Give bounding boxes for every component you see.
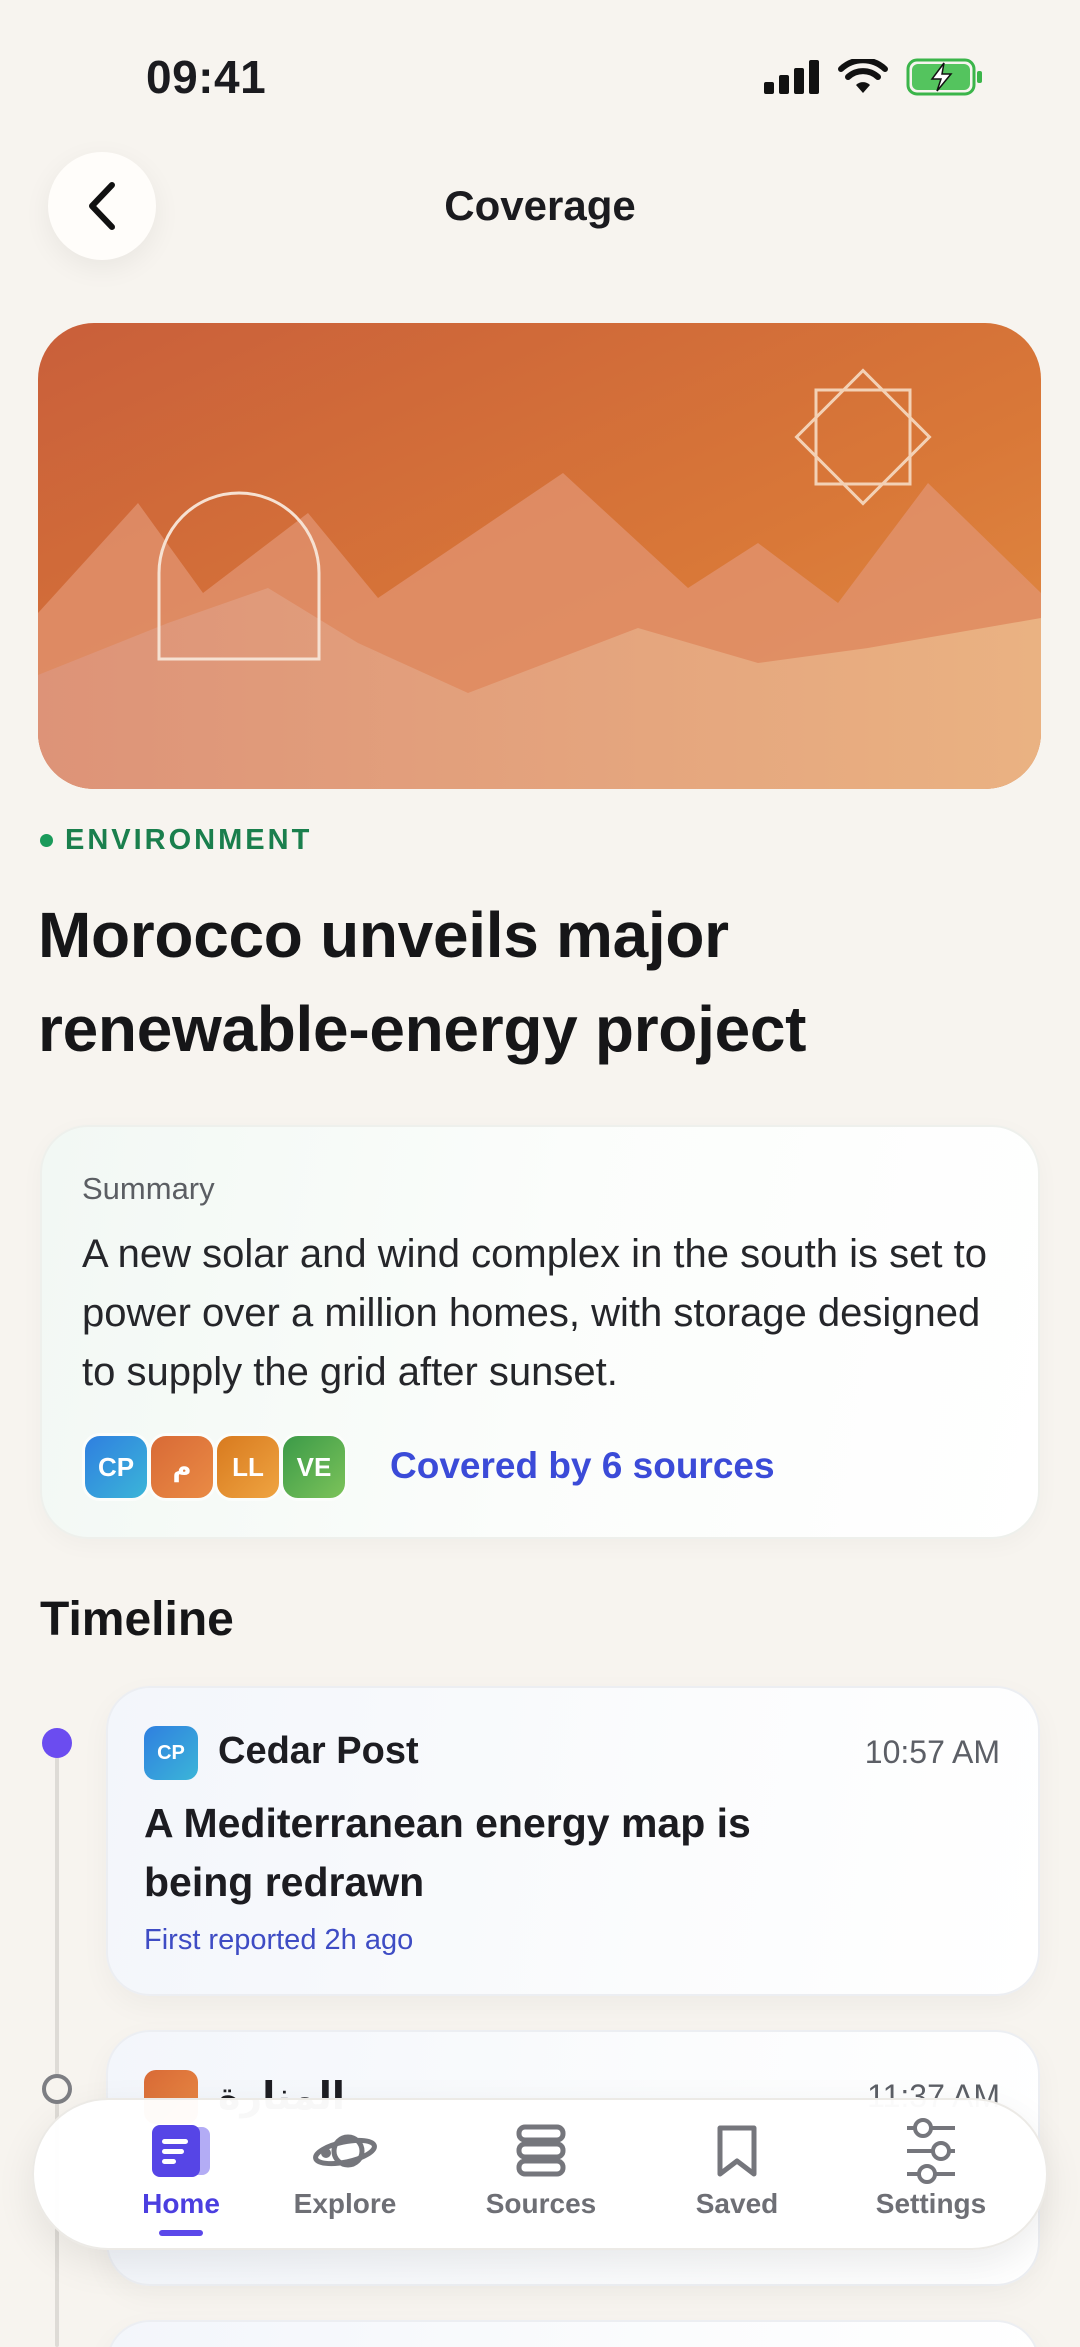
status-icons — [764, 58, 984, 96]
timeline-dot — [42, 2074, 72, 2104]
tab-label: Sources — [485, 2188, 597, 2219]
signal-icon — [764, 60, 819, 94]
item-first-reported: First reported 2h ago — [144, 1924, 414, 1956]
tab-saved[interactable]: Saved — [652, 2118, 822, 2238]
tab-bar: Home Explore Sources Saved Settings — [32, 2098, 1048, 2250]
timeline-dot-active — [42, 1728, 72, 1758]
timeline-item[interactable] — [106, 2320, 1040, 2347]
source-avatars[interactable]: CP م LL VE — [82, 1433, 348, 1501]
tab-explore[interactable]: Explore — [260, 2118, 430, 2238]
timeline-item[interactable]: CP Cedar Post 10:57 AM A Mediterranean e… — [106, 1686, 1040, 1996]
source-name: Cedar Post — [218, 1730, 419, 1772]
tab-label: Home — [142, 2188, 220, 2219]
item-headline: A Mediterranean energy map is being redr… — [144, 1800, 751, 1905]
source-logo: CP — [144, 1726, 198, 1780]
sliders-icon — [907, 2118, 955, 2184]
tab-settings[interactable]: Settings — [846, 2118, 1016, 2238]
source-avatar: م — [148, 1433, 216, 1501]
source-avatar: VE — [280, 1433, 348, 1501]
source-avatar: CP — [82, 1433, 150, 1501]
summary-text: A new solar and wind complex in the sout… — [82, 1232, 987, 1394]
summary-card: Summary A new solar and wind complex in … — [40, 1125, 1040, 1539]
planet-icon — [313, 2134, 377, 2168]
source-avatar: LL — [214, 1433, 282, 1501]
wifi-icon — [838, 59, 888, 93]
active-tab-indicator — [159, 2230, 203, 2236]
tab-label: Settings — [875, 2188, 987, 2219]
hero-image — [38, 323, 1041, 789]
tab-label: Explore — [293, 2188, 397, 2219]
summary-label: Summary — [82, 1171, 215, 1206]
timeline-heading: Timeline — [40, 1593, 234, 1646]
category-tag: ENVIRONMENT — [40, 824, 312, 857]
bookmark-icon — [717, 2125, 757, 2177]
category-label: ENVIRONMENT — [65, 824, 313, 856]
timeline-line — [55, 1745, 59, 2347]
category-dot — [40, 834, 53, 847]
home-doc-icon — [152, 2125, 210, 2177]
page-title: Coverage — [444, 182, 636, 229]
tab-home[interactable]: Home — [96, 2118, 266, 2238]
tab-label: Saved — [695, 2188, 779, 2219]
tab-sources[interactable]: Sources — [456, 2118, 626, 2238]
battery-charging-icon — [906, 58, 982, 96]
status-bar: 09:41 — [0, 0, 1080, 150]
stack-icon — [516, 2124, 566, 2177]
covered-by-sources-link[interactable]: Covered by 6 sources — [390, 1445, 775, 1487]
status-time: 09:41 — [146, 51, 267, 103]
article-headline: Morocco unveils major renewable-energy p… — [38, 899, 807, 1065]
item-time: 10:57 AM — [864, 1734, 1000, 1770]
